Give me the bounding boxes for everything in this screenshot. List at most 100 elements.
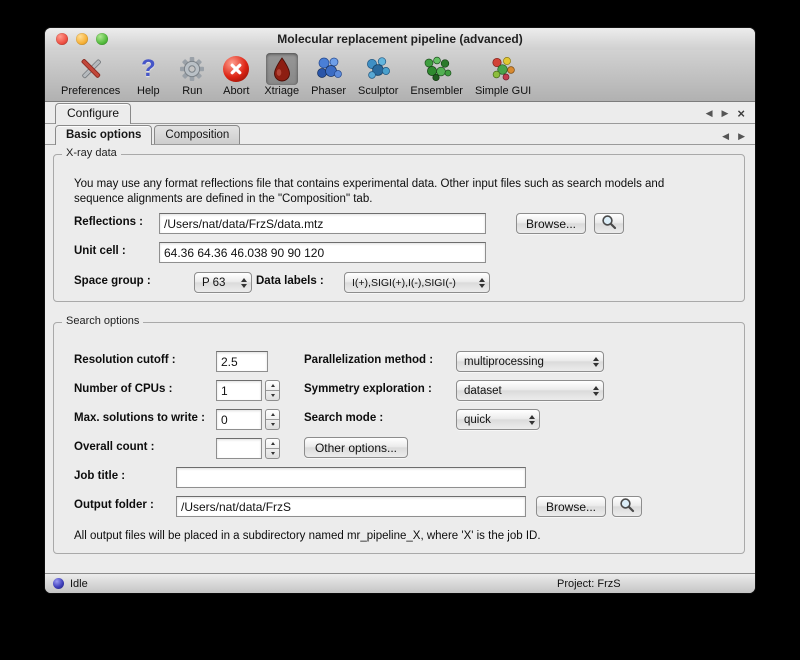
- magnifier-icon: [619, 497, 635, 516]
- toolbar-label-ensembler: Ensembler: [410, 85, 463, 97]
- space-group-label: Space group :: [74, 275, 151, 287]
- reflections-search-button[interactable]: [594, 213, 624, 234]
- tab-scroll-left-icon[interactable]: ◀: [706, 109, 713, 118]
- run-gear-icon: [176, 53, 208, 85]
- output-folder-input[interactable]: [176, 496, 526, 517]
- search-mode-select[interactable]: quick: [456, 409, 540, 430]
- desktop-background: Molecular replacement pipeline (advanced…: [0, 0, 800, 660]
- unit-cell-label: Unit cell :: [74, 245, 126, 257]
- max-solutions-input[interactable]: [216, 409, 262, 430]
- toolbar-button-sculptor[interactable]: Sculptor: [354, 52, 402, 98]
- zoom-window-button[interactable]: [96, 33, 108, 45]
- overall-count-input[interactable]: [216, 438, 262, 459]
- simple-gui-icon: [487, 53, 519, 85]
- subtab-scroll-left-icon[interactable]: ◀: [722, 132, 729, 141]
- toolbar-button-ensembler[interactable]: Ensembler: [406, 52, 467, 98]
- toolbar-label-sculptor: Sculptor: [358, 85, 398, 97]
- toolbar-button-abort[interactable]: Abort: [216, 52, 256, 98]
- toolbar-label-help: Help: [137, 85, 160, 97]
- tab-configure[interactable]: Configure: [55, 103, 131, 124]
- overall-count-stepper[interactable]: [265, 438, 280, 459]
- xray-description-line1: You may use any format reflections file …: [74, 177, 664, 192]
- data-labels-value: I(+),SIGI(+),I(-),SIGI(-): [352, 277, 456, 289]
- max-solutions-stepper[interactable]: [265, 409, 280, 430]
- combo-arrows-icon: [479, 278, 485, 288]
- xray-description: You may use any format reflections file …: [74, 177, 664, 207]
- tab-scroll-right-icon[interactable]: ▶: [721, 109, 728, 118]
- toolbar: Preferences ? Help: [45, 50, 755, 102]
- ensembler-icon: [421, 53, 453, 85]
- max-solutions-label: Max. solutions to write :: [74, 412, 205, 424]
- stepper-down-button[interactable]: [266, 449, 279, 459]
- combo-arrows-icon: [593, 386, 599, 396]
- tab-composition[interactable]: Composition: [154, 125, 240, 145]
- reflections-label: Reflections :: [74, 216, 143, 228]
- abort-icon: [220, 53, 252, 85]
- stepper-up-button[interactable]: [266, 410, 279, 420]
- toolbar-button-preferences[interactable]: Preferences: [57, 52, 124, 98]
- toolbar-label-xtriage: Xtriage: [264, 85, 299, 97]
- sculptor-icon: [362, 53, 394, 85]
- toolbar-button-xtriage[interactable]: Xtriage: [260, 52, 303, 98]
- job-title-input[interactable]: [176, 467, 526, 488]
- symmetry-exploration-label: Symmetry exploration :: [304, 383, 432, 395]
- search-options-group-title: Search options: [62, 315, 143, 327]
- search-mode-value: quick: [464, 414, 491, 426]
- output-folder-browse-button[interactable]: Browse...: [536, 496, 606, 517]
- window-title: Molecular replacement pipeline (advanced…: [45, 32, 755, 46]
- symmetry-exploration-select[interactable]: dataset: [456, 380, 604, 401]
- search-options-group: Search options Resolution cutoff : Paral…: [53, 322, 745, 554]
- number-of-cpus-input[interactable]: [216, 380, 262, 401]
- phaser-icon: [313, 53, 345, 85]
- magnifier-icon: [601, 214, 617, 233]
- window-controls: [56, 33, 108, 45]
- overall-count-label: Overall count :: [74, 441, 155, 453]
- space-group-value: P 63: [202, 277, 225, 289]
- xray-data-group-title: X-ray data: [62, 147, 121, 159]
- search-mode-label: Search mode :: [304, 412, 383, 424]
- output-note: All output files will be placed in a sub…: [74, 530, 541, 542]
- toolbar-button-run[interactable]: Run: [172, 52, 212, 98]
- tab-configure-label: Configure: [67, 106, 119, 120]
- xray-data-group: X-ray data You may use any format reflec…: [53, 154, 745, 302]
- toolbar-label-abort: Abort: [223, 85, 249, 97]
- stepper-up-button[interactable]: [266, 381, 279, 391]
- toolbar-label-run: Run: [182, 85, 202, 97]
- parallelization-method-select[interactable]: multiprocessing: [456, 351, 604, 372]
- stepper-down-button[interactable]: [266, 391, 279, 401]
- toolbar-button-simple-gui[interactable]: Simple GUI: [471, 52, 535, 98]
- output-folder-search-button[interactable]: [612, 496, 642, 517]
- toolbar-button-help[interactable]: ? Help: [128, 52, 168, 98]
- toolbar-button-phaser[interactable]: Phaser: [307, 52, 350, 98]
- data-labels-select[interactable]: I(+),SIGI(+),I(-),SIGI(-): [344, 272, 490, 293]
- subtab-scroll-right-icon[interactable]: ▶: [738, 132, 745, 141]
- number-of-cpus-stepper[interactable]: [265, 380, 280, 401]
- combo-arrows-icon: [529, 415, 535, 425]
- space-group-select[interactable]: P 63: [194, 272, 252, 293]
- toolbar-label-simple-gui: Simple GUI: [475, 85, 531, 97]
- title-bar[interactable]: Molecular replacement pipeline (advanced…: [45, 28, 755, 51]
- close-window-button[interactable]: [56, 33, 68, 45]
- xray-description-line2: sequence alignments are defined in the "…: [74, 192, 664, 207]
- data-labels-label: Data labels :: [256, 275, 324, 287]
- other-options-button[interactable]: Other options...: [304, 437, 408, 458]
- reflections-browse-button[interactable]: Browse...: [516, 213, 586, 234]
- tab-close-icon[interactable]: ×: [737, 107, 745, 120]
- tab-basic-options[interactable]: Basic options: [55, 125, 152, 145]
- parallelization-method-label: Parallelization method :: [304, 354, 433, 366]
- resolution-cutoff-input[interactable]: [216, 351, 268, 372]
- stepper-up-button[interactable]: [266, 439, 279, 449]
- reflections-input[interactable]: [159, 213, 486, 234]
- tab-basic-options-label: Basic options: [66, 129, 141, 141]
- combo-arrows-icon: [593, 357, 599, 367]
- tab-bar-rule: [45, 123, 755, 124]
- minimize-window-button[interactable]: [76, 33, 88, 45]
- status-indicator-icon: [53, 578, 64, 589]
- help-icon: ?: [132, 53, 164, 85]
- sub-tab-bar: Basic options Composition ◀ ▶: [45, 124, 755, 145]
- stepper-down-button[interactable]: [266, 420, 279, 430]
- unit-cell-input[interactable]: [159, 242, 486, 263]
- symmetry-exploration-value: dataset: [464, 385, 502, 397]
- status-bar: Idle Project: FrzS: [45, 573, 755, 593]
- toolbar-label-preferences: Preferences: [61, 85, 120, 97]
